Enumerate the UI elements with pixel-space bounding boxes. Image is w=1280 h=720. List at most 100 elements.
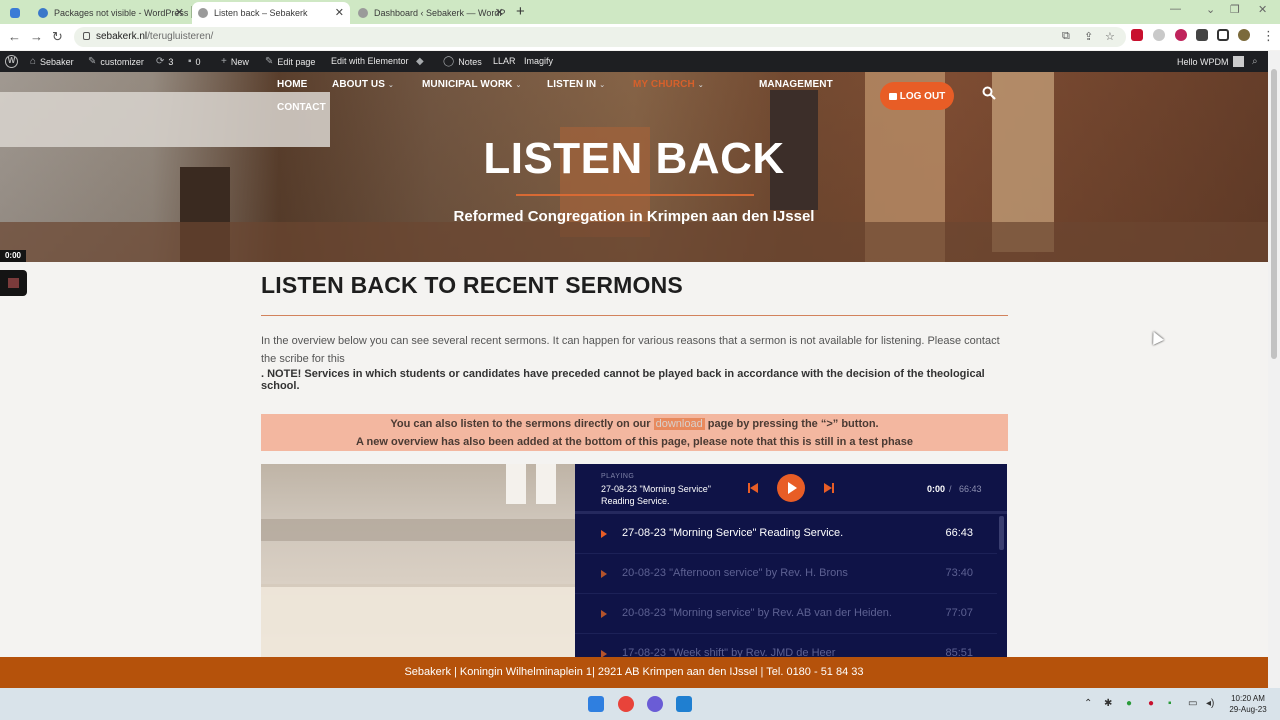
lock-icon [83,32,90,40]
brush-icon: ✎ [88,56,97,67]
taskbar-clock[interactable]: 10:20 AM 29-Aug-23 [1222,693,1274,715]
extension-icon[interactable] [1175,29,1187,41]
play-icon [601,570,607,578]
chevron-down-icon[interactable]: ⌄ [1206,3,1215,16]
time-separator: / [949,484,952,494]
audio-player: PLAYING 27-08-23 "Morning Service" Readi… [575,464,1007,657]
playlist-item[interactable]: 20-08-23 "Morning service" by Rev. AB va… [575,594,997,634]
new-content-link[interactable]: + New [221,56,249,67]
wordpress-logo-icon[interactable]: W [5,55,18,68]
avatar [1232,56,1244,67]
nav-municipal-work[interactable]: MUNICIPAL WORK ⌄ [422,79,521,90]
previous-track-icon[interactable] [748,483,758,493]
network-icon[interactable]: ▭ [1188,698,1197,709]
close-icon[interactable]: ✕ [495,6,504,19]
section-heading: LISTEN BACK TO RECENT SERMONS [261,272,683,298]
edit-elementor-link[interactable]: Edit with Elementor [331,56,409,66]
chevron-up-icon[interactable]: ⌃ [1084,698,1092,709]
sebakerk-favicon-icon [198,8,208,18]
close-window-icon[interactable]: ✕ [1258,3,1267,16]
nav-about-us[interactable]: ABOUT US ⌄ [332,79,394,90]
share-icon[interactable]: ⇪ [1084,30,1093,43]
stop-icon [8,278,19,288]
restore-icon[interactable]: ❐ [1230,3,1240,16]
tab-packages-not-visible[interactable]: Packages not visible - WordPress ✕ [32,2,190,24]
play-icon [601,530,607,538]
playlist-item[interactable]: 20-08-23 "Afternoon service" by Rev. H. … [575,554,997,594]
site-name-link[interactable]: ⌂ Sebaker [30,56,74,67]
imagify-link[interactable]: Imagify [524,56,553,66]
close-icon[interactable]: ✕ [175,6,184,19]
nav-my-church[interactable]: MY CHURCH ⌄ [633,79,704,90]
page-subtitle: Reformed Congregation in Krimpen aan den… [453,208,815,225]
play-button[interactable] [777,474,805,502]
forward-arrow-icon[interactable]: → [30,29,43,44]
edit-page-link[interactable]: ✎ Edit page [265,56,315,67]
search-icon[interactable]: ⌕ [1252,56,1258,67]
app-icon[interactable] [647,696,663,712]
nav-contact[interactable]: CONTACT [277,102,326,113]
title-divider [516,194,754,196]
now-playing-title: 27-08-23 "Morning Service" Reading Servi… [601,484,711,506]
app-icon [10,8,20,18]
minimize-icon[interactable]: — [1170,3,1181,15]
playlist-scrollbar[interactable] [999,516,1004,550]
windows-start-icon[interactable] [588,696,604,712]
play-icon [788,482,797,494]
playing-label: PLAYING [601,473,635,480]
page-scrollbar[interactable] [1268,51,1280,688]
wp-admin-bar: W ⌂ Sebaker ✎ customizer ⟳ 3 ▪ 0 + New ✎ Edit … [0,51,1268,72]
tab-group-icon[interactable] [4,2,30,24]
chevron-down-icon: ⌄ [697,82,704,89]
bookmark-star-icon[interactable]: ☆ [1105,30,1115,43]
stop-recording-button[interactable] [0,270,27,296]
account-menu[interactable]: Hello WPDM [1177,56,1244,67]
reload-icon[interactable]: ↻ [52,29,63,45]
updates-link[interactable]: ⟳ 3 [156,56,173,67]
notes-link[interactable]: ◯ Notes [443,56,482,67]
puzzle-icon[interactable] [1196,29,1208,41]
scrollbar-thumb[interactable] [1271,69,1277,359]
tray-icon[interactable]: ● [1148,698,1154,709]
volume-icon[interactable]: ◂) [1206,698,1214,709]
chevron-down-icon: ⌄ [599,82,606,89]
search-icon[interactable] [982,86,996,100]
tray-icon[interactable]: ▪ [1168,698,1172,709]
translate-icon[interactable]: ⧉ [1062,30,1070,43]
back-arrow-icon[interactable]: ← [8,29,21,44]
extension-icon[interactable] [1131,29,1143,41]
tab-title: Dashboard ‹ Sebakerk — WordP [374,8,506,18]
intro-text: In the overview below you can see severa… [261,335,1000,365]
next-track-icon[interactable] [824,483,834,493]
tab-dashboard[interactable]: Dashboard ‹ Sebakerk — WordP ✕ [352,2,510,24]
tray-icon[interactable]: ● [1126,698,1132,709]
logout-button[interactable]: LOG OUT [880,82,954,110]
nav-home[interactable]: HOME [277,79,307,90]
notice-line-2: A new overview has also been added at th… [355,436,914,448]
menu-dots-icon[interactable]: ⋮ [1262,28,1275,44]
current-time: 0:00 [927,484,946,494]
nav-management[interactable]: MANAGEMENT [759,79,833,90]
nav-listen-in[interactable]: LISTEN IN ⌄ [547,79,605,90]
tab-listen-back[interactable]: Listen back – Sebakerk ✕ [192,2,350,24]
notice-box: You can also listen to the sermons direc… [261,414,1008,451]
tray-icon[interactable]: ✱ [1104,698,1112,709]
tab-title: Listen back – Sebakerk [214,8,308,18]
llar-link[interactable]: LLAR [493,56,516,66]
download-link[interactable]: download [653,418,705,430]
playlist-item[interactable]: 17-08-23 "Week shift" by Rev. JMD de Hee… [575,634,997,657]
vscode-icon[interactable] [676,696,692,712]
close-icon[interactable]: ✕ [335,6,344,19]
side-panel-icon[interactable] [1217,29,1229,41]
url-text: sebakerk.nl/terugluisteren/ [96,31,214,42]
address-bar[interactable]: sebakerk.nl/terugluisteren/ ⧉ ⇪ ☆ [74,27,1126,47]
pencil-icon: ✎ [265,56,274,67]
new-tab-icon[interactable]: + [516,3,525,20]
profile-avatar[interactable] [1238,29,1250,41]
customizer-link[interactable]: ✎ customizer [88,56,144,67]
chrome-icon[interactable] [618,696,634,712]
extension-icon[interactable] [1153,29,1165,41]
comments-link[interactable]: ▪ 0 [188,56,201,67]
playlist-item[interactable]: 27-08-23 "Morning Service" Reading Servi… [575,514,997,554]
diamond-icon[interactable]: ◆ [416,56,424,67]
